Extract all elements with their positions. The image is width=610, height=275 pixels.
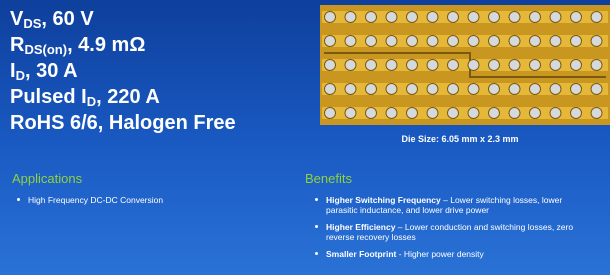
solder-bump [467, 107, 480, 119]
solder-bump [426, 83, 439, 95]
solder-bump [590, 107, 603, 119]
solder-bump [529, 11, 541, 23]
solder-bump [508, 35, 521, 47]
solder-bump [508, 11, 521, 23]
die-trace [322, 83, 608, 95]
applications-list: High Frequency DC-DC Conversion [15, 195, 295, 212]
solder-bump [488, 83, 500, 95]
solder-bump [529, 35, 541, 47]
solder-bump [365, 59, 377, 71]
solder-bump [344, 107, 357, 119]
solder-bump [590, 11, 603, 23]
solder-bump [365, 107, 377, 119]
list-item: Smaller Footprint - Higher power density [313, 249, 595, 259]
die-trace [322, 35, 608, 47]
solder-bump [385, 107, 398, 119]
solder-bump [385, 83, 398, 95]
solder-bump [324, 107, 336, 119]
solder-bump [344, 35, 357, 47]
solder-bump [406, 59, 418, 71]
solder-bump [385, 59, 398, 71]
solder-bump [406, 11, 418, 23]
list-item: Higher Switching Frequency – Lower switc… [313, 195, 595, 215]
solder-bump [549, 107, 562, 119]
solder-bump [385, 11, 398, 23]
solder-bump [488, 107, 500, 119]
solder-bump [529, 107, 541, 119]
solder-bump [529, 59, 541, 71]
die-bump-grid [322, 11, 608, 119]
die-trace [322, 11, 608, 23]
solder-bump [570, 59, 582, 71]
solder-bump [467, 11, 480, 23]
solder-bump [508, 107, 521, 119]
spec-rohs: RoHS 6/6, Halogen Free [10, 112, 236, 134]
die-trace [322, 59, 608, 71]
solder-bump [488, 11, 500, 23]
spec-vds: VDS, 60 V [10, 8, 94, 31]
solder-bump [344, 83, 357, 95]
die-image [320, 5, 610, 125]
spec-list: VDS, 60 V RDS(on), 4.9 mΩ ID, 30 A Pulse… [10, 6, 300, 136]
solder-bump [549, 11, 562, 23]
solder-bump [590, 35, 603, 47]
applications-heading: Applications [12, 171, 83, 186]
solder-bump [344, 59, 357, 71]
solder-bump [467, 59, 480, 71]
solder-bump [324, 59, 336, 71]
solder-bump [365, 83, 377, 95]
solder-bump [549, 83, 562, 95]
solder-bump [426, 11, 439, 23]
solder-bump [447, 83, 459, 95]
solder-bump [570, 35, 582, 47]
solder-bump [467, 35, 480, 47]
solder-bump [365, 11, 377, 23]
spec-rdson: RDS(on), 4.9 mΩ [10, 34, 146, 57]
die-trace [322, 107, 608, 119]
solder-bump [324, 11, 336, 23]
solder-bump [590, 59, 603, 71]
solder-bump [508, 59, 521, 71]
spec-id: ID, 30 A [10, 60, 78, 83]
solder-bump [324, 35, 336, 47]
solder-bump [488, 35, 500, 47]
solder-bump [406, 83, 418, 95]
solder-bump [447, 35, 459, 47]
spec-pulsed-id: Pulsed ID, 220 A [10, 86, 160, 109]
solder-bump [365, 35, 377, 47]
solder-bump [488, 59, 500, 71]
solder-bump [529, 83, 541, 95]
benefits-heading: Benefits [305, 171, 352, 186]
solder-bump [570, 83, 582, 95]
solder-bump [426, 35, 439, 47]
solder-bump [549, 59, 562, 71]
solder-bump [406, 35, 418, 47]
solder-bump [344, 11, 357, 23]
solder-bump [447, 11, 459, 23]
list-item: Higher Efficiency – Lower conduction and… [313, 222, 595, 242]
solder-bump [590, 83, 603, 95]
solder-bump [467, 83, 480, 95]
die-size-caption: Die Size: 6.05 mm x 2.3 mm [401, 134, 519, 144]
solder-bump [570, 107, 582, 119]
solder-bump [570, 11, 582, 23]
solder-bump [549, 35, 562, 47]
solder-bump [385, 35, 398, 47]
solder-bump [426, 59, 439, 71]
list-item: High Frequency DC-DC Conversion [15, 195, 295, 205]
solder-bump [508, 83, 521, 95]
solder-bump [324, 83, 336, 95]
solder-bump [426, 107, 439, 119]
solder-bump [447, 59, 459, 71]
solder-bump [406, 107, 418, 119]
solder-bump [447, 107, 459, 119]
benefits-list: Higher Switching Frequency – Lower switc… [313, 195, 595, 266]
